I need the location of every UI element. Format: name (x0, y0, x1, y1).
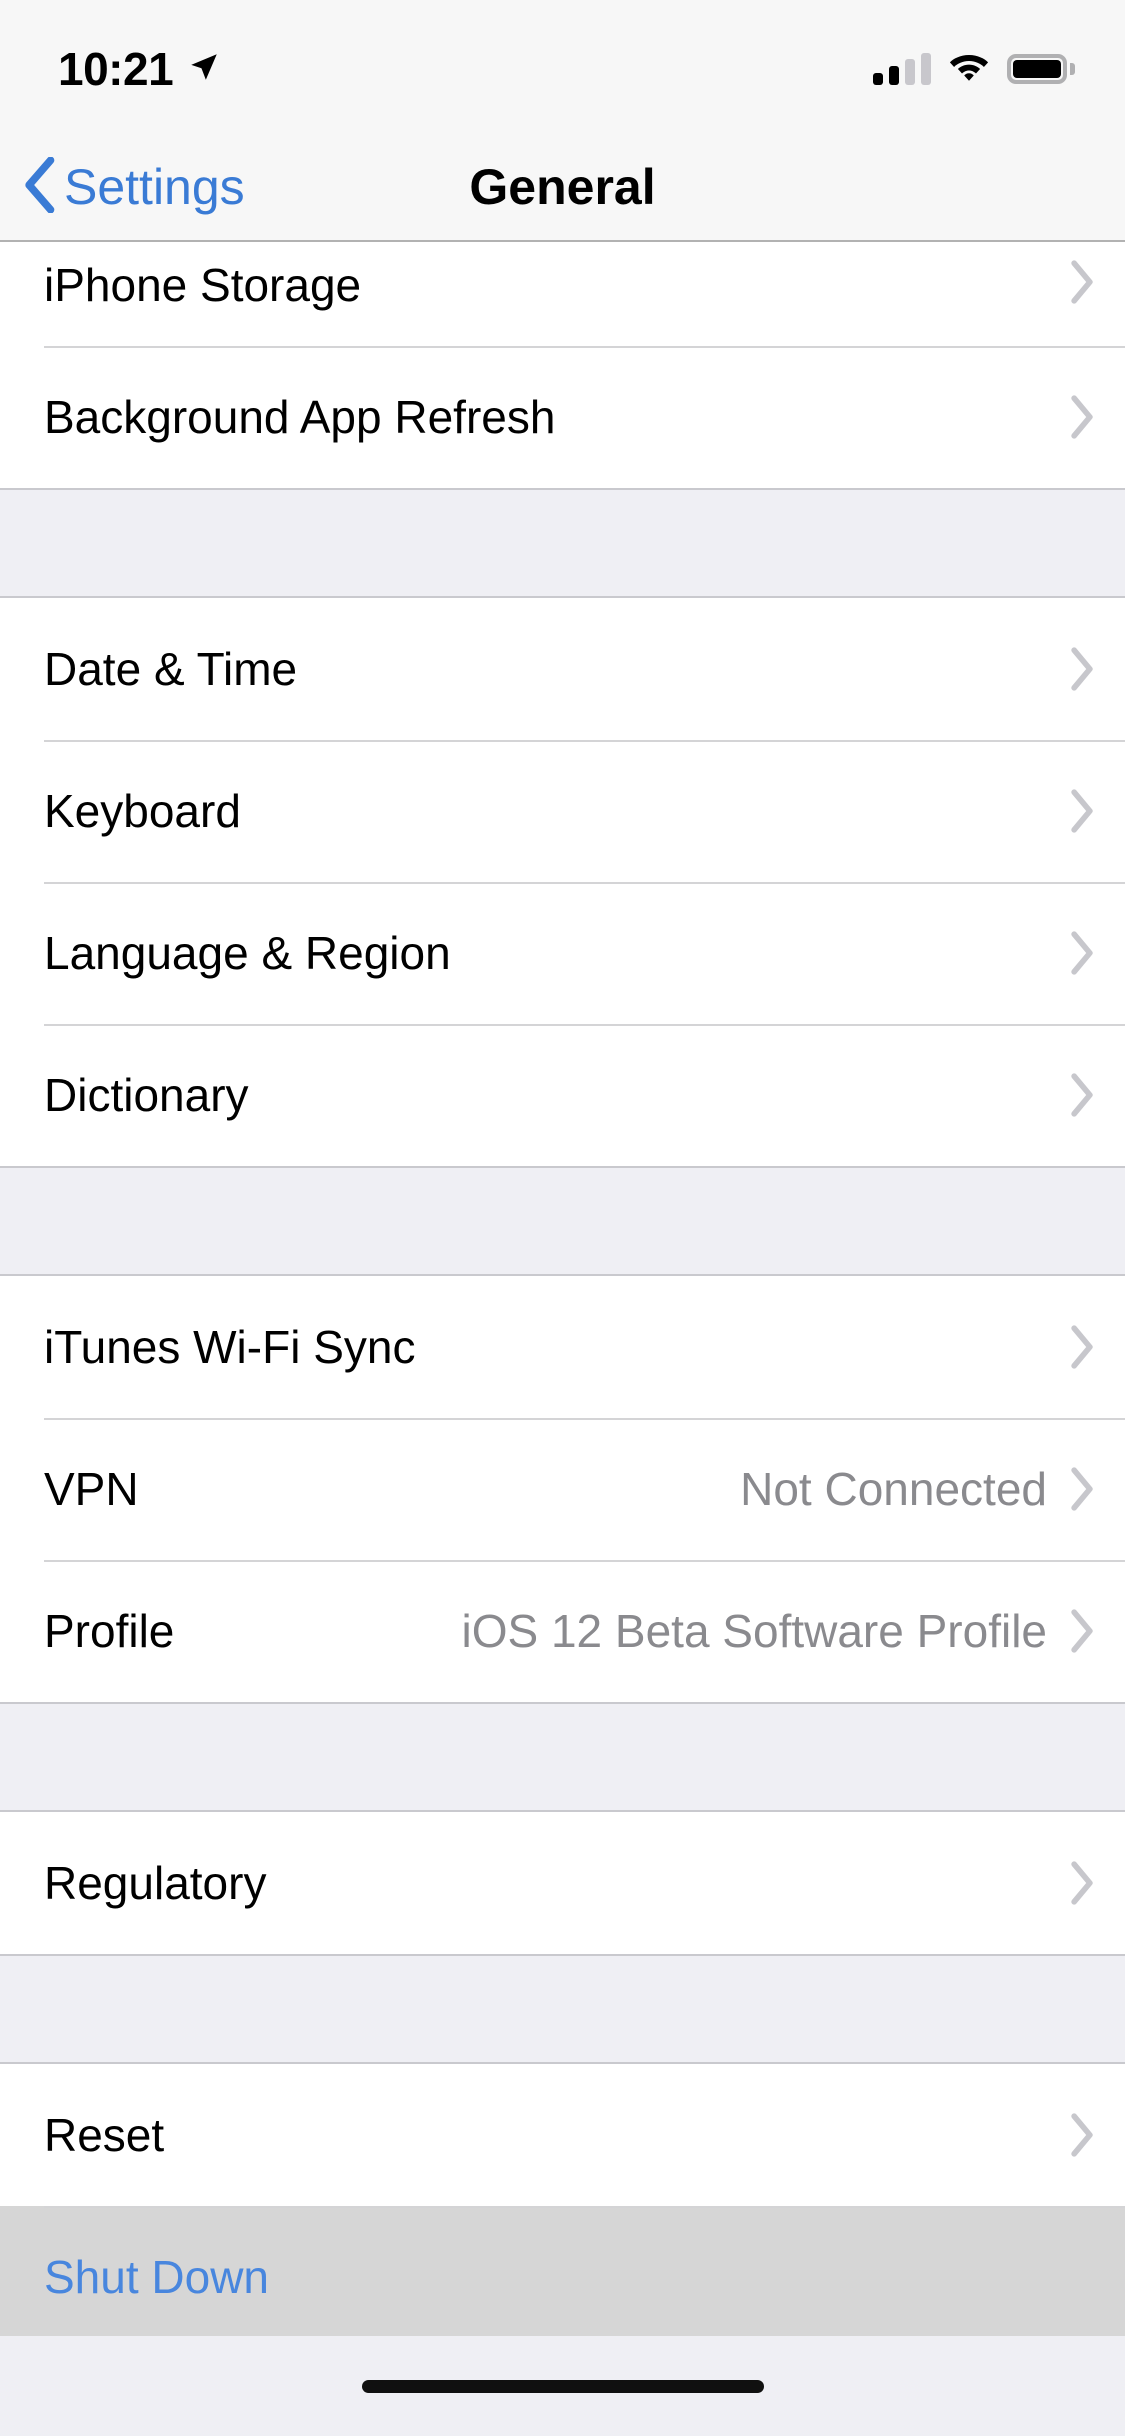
home-indicator-bar[interactable] (361, 2379, 764, 2393)
settings-group: iPhone Storage Background App Refresh (0, 242, 1125, 488)
section-gap (0, 1954, 1125, 2064)
settings-row-label: Keyboard (44, 784, 241, 837)
settings-row-label: VPN (44, 1462, 139, 1515)
settings-row-label: iTunes Wi-Fi Sync (44, 1320, 416, 1373)
settings-row-label: Profile (44, 1604, 175, 1657)
section-gap (0, 488, 1125, 598)
chevron-right-icon (1069, 395, 1095, 439)
status-bar-left: 10:21 (58, 46, 221, 92)
chevron-right-icon (1069, 1467, 1095, 1511)
settings-row-keyboard[interactable]: Keyboard (0, 740, 1125, 882)
chevron-right-icon (1069, 931, 1095, 975)
page-title: General (469, 159, 656, 215)
settings-row-itunes-wi-fi-sync[interactable]: iTunes Wi-Fi Sync (0, 1276, 1125, 1418)
settings-row-label: Language & Region (44, 926, 451, 979)
chevron-right-icon (1069, 2113, 1095, 2157)
settings-row-language-region[interactable]: Language & Region (0, 882, 1125, 1024)
status-bar: 10:21 (0, 0, 1125, 132)
settings-row-label: Dictionary (44, 1068, 249, 1121)
settings-row-label: Background App Refresh (44, 390, 556, 443)
battery-full-icon (1007, 53, 1075, 84)
settings-row-label: Shut Down (44, 2250, 270, 2303)
settings-row-background-app-refresh[interactable]: Background App Refresh (0, 346, 1125, 488)
chevron-right-icon (1069, 1861, 1095, 1905)
wifi-icon (948, 50, 990, 87)
location-arrow-icon (187, 50, 221, 89)
status-bar-clock: 10:21 (58, 43, 174, 95)
chevron-right-icon (1069, 647, 1095, 691)
section-gap (0, 1702, 1125, 1812)
settings-group: Reset Shut Down (0, 2064, 1125, 2336)
settings-group: Regulatory (0, 1812, 1125, 1954)
settings-row-label: Reset (44, 2108, 165, 2161)
settings-row-date-time[interactable]: Date & Time (0, 598, 1125, 740)
settings-row-value: Not Connected (740, 1462, 1047, 1515)
settings-group: iTunes Wi-Fi Sync VPN Not Connected Profile… (0, 1276, 1125, 1702)
settings-list[interactable]: iPhone Storage Background App Refresh Date… (0, 242, 1125, 2336)
cellular-signal-icon (873, 52, 931, 85)
settings-row-iphone-storage[interactable]: iPhone Storage (0, 242, 1125, 346)
settings-row-label: Date & Time (44, 642, 298, 695)
settings-row-value: iOS 12 Beta Software Profile (461, 1604, 1047, 1657)
chevron-right-icon (1069, 789, 1095, 833)
settings-row-shut-down[interactable]: Shut Down (0, 2206, 1125, 2336)
settings-group: Date & Time Keyboard Language & Region Dict… (0, 598, 1125, 1166)
chevron-right-icon (1069, 1325, 1095, 1369)
settings-row-dictionary[interactable]: Dictionary (0, 1024, 1125, 1166)
iphone-screen: 10:21 Settings General iPhone Storage Ba… (0, 0, 1125, 2436)
chevron-right-icon (1069, 1609, 1095, 1653)
settings-row-label: iPhone Storage (44, 259, 362, 311)
status-bar-right (873, 46, 1075, 87)
settings-row-label: Regulatory (44, 1856, 267, 1909)
chevron-right-icon (1069, 260, 1095, 304)
settings-row-reset[interactable]: Reset (0, 2064, 1125, 2206)
settings-row-profile[interactable]: Profile iOS 12 Beta Software Profile (0, 1560, 1125, 1702)
navigation-bar: Settings General (0, 132, 1125, 242)
home-indicator-area (0, 2336, 1125, 2436)
chevron-right-icon (1069, 1073, 1095, 1117)
settings-row-vpn[interactable]: VPN Not Connected (0, 1418, 1125, 1560)
section-gap (0, 1166, 1125, 1276)
settings-row-regulatory[interactable]: Regulatory (0, 1812, 1125, 1954)
